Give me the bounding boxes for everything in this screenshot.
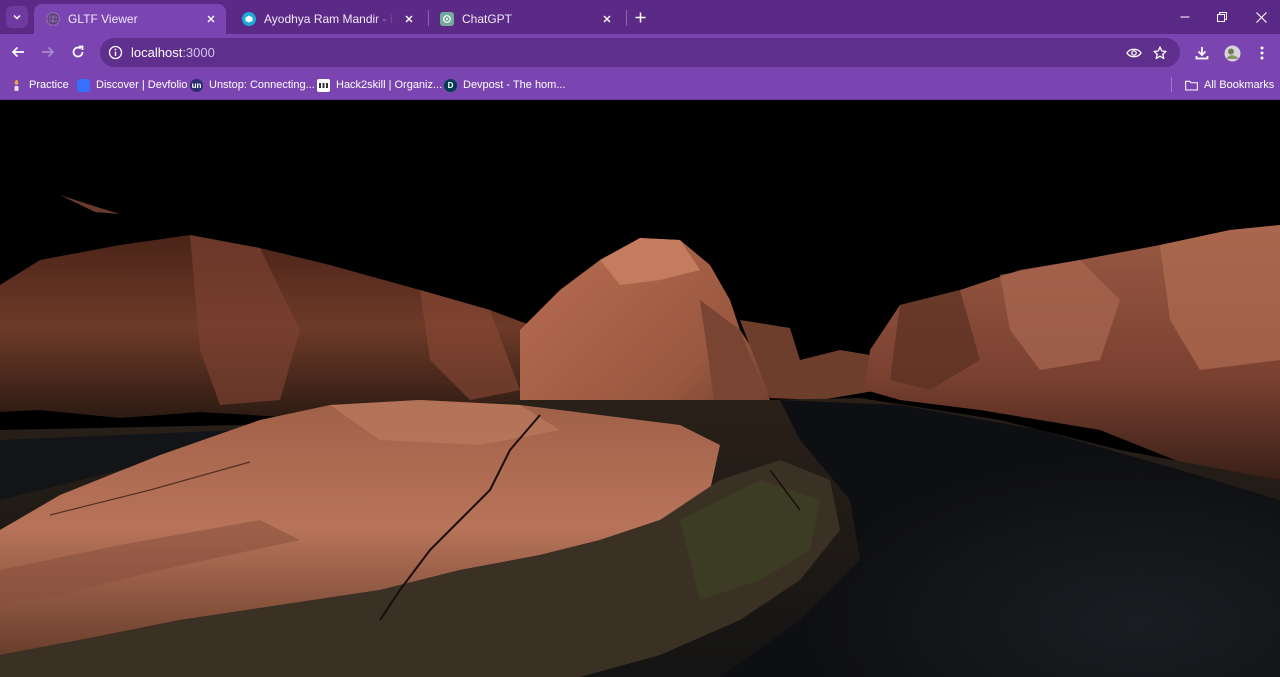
- all-bookmarks-button[interactable]: All Bookmarks: [1185, 77, 1274, 93]
- url-host: localhost: [131, 45, 183, 60]
- sketchfab-icon: [242, 12, 256, 26]
- chatgpt-icon: [440, 12, 454, 26]
- downloads-button[interactable]: [1191, 42, 1213, 64]
- arrow-left-icon: [11, 46, 24, 58]
- address-bar[interactable]: localhost:3000: [100, 38, 1180, 67]
- reload-icon: [72, 45, 84, 58]
- new-tab-button[interactable]: [630, 7, 650, 27]
- address-url: localhost:3000: [131, 45, 215, 60]
- bookmark-unstop[interactable]: un Unstop: Connecting...: [190, 77, 315, 93]
- tab-close-icon[interactable]: [598, 10, 616, 28]
- info-icon[interactable]: [108, 45, 123, 60]
- all-bookmarks-label: All Bookmarks: [1204, 79, 1275, 91]
- reading-mode-icon[interactable]: [1125, 44, 1143, 62]
- restore-icon: [1217, 12, 1227, 22]
- practice-icon: [10, 79, 23, 92]
- tab-ayodhya-ram-mandir[interactable]: Ayodhya Ram Mandir - Downlo: [230, 4, 424, 34]
- bookmark-hack2skill[interactable]: Hack2skill | Organiz...: [317, 77, 442, 93]
- bookmark-label: Hack2skill | Organiz...: [336, 79, 443, 91]
- bookmark-devfolio[interactable]: Discover | Devfolio: [77, 77, 188, 93]
- plus-icon: [635, 12, 645, 22]
- restore-button[interactable]: [1209, 4, 1235, 30]
- close-window-button[interactable]: [1248, 4, 1274, 30]
- bookmark-devpost[interactable]: D Devpost - The hom...: [444, 77, 566, 93]
- devpost-icon: D: [444, 78, 457, 92]
- tab-title: ChatGPT: [462, 12, 513, 26]
- minimize-icon: [1180, 16, 1190, 18]
- menu-button[interactable]: [1251, 42, 1273, 64]
- arrow-right-icon: [42, 46, 55, 58]
- close-icon: [1255, 11, 1267, 23]
- kebab-menu-icon: [1260, 46, 1264, 60]
- tab-gltf-viewer[interactable]: GLTF Viewer: [34, 4, 226, 34]
- tab-title: Ayodhya Ram Mandir - Downlo: [264, 12, 394, 26]
- bookmarks-divider: [1171, 77, 1172, 92]
- bookmark-label: Discover | Devfolio: [96, 79, 188, 91]
- minimize-button[interactable]: [1172, 4, 1198, 30]
- download-icon: [1195, 47, 1209, 60]
- unstop-icon: un: [190, 78, 203, 92]
- bookmarks-bar: Practice Discover | Devfolio un Unstop: …: [0, 71, 1280, 100]
- url-port: :3000: [182, 45, 215, 60]
- folder-icon: [1185, 79, 1198, 92]
- tab-search-button[interactable]: [6, 6, 28, 28]
- bookmark-practice[interactable]: Practice: [10, 77, 69, 93]
- devfolio-icon: [77, 78, 90, 92]
- tab-strip: GLTF Viewer Ayodhya Ram Mandir - Downlo …: [0, 0, 1280, 34]
- forward-button[interactable]: [36, 40, 60, 64]
- avatar-icon: [1224, 45, 1240, 61]
- reload-button[interactable]: [66, 40, 90, 64]
- bookmark-star-icon[interactable]: [1151, 44, 1169, 62]
- bookmark-label: Devpost - The hom...: [463, 79, 566, 91]
- chevron-down-icon: [13, 14, 21, 20]
- tab-title: GLTF Viewer: [68, 12, 138, 26]
- canyon-scene: [0, 100, 1280, 677]
- profile-avatar[interactable]: [1221, 42, 1243, 64]
- tab-chatgpt[interactable]: ChatGPT: [428, 4, 622, 34]
- hack2skill-icon: [317, 78, 330, 92]
- tab-separator: [626, 10, 627, 26]
- tab-close-icon[interactable]: [400, 10, 418, 28]
- bookmark-label: Practice: [29, 79, 69, 91]
- tab-close-icon[interactable]: [202, 10, 220, 28]
- browser-toolbar: localhost:3000: [0, 34, 1280, 71]
- back-button[interactable]: [6, 40, 30, 64]
- gltf-viewer-canvas[interactable]: [0, 100, 1280, 677]
- bookmark-label: Unstop: Connecting...: [209, 79, 315, 91]
- globe-icon: [46, 12, 60, 26]
